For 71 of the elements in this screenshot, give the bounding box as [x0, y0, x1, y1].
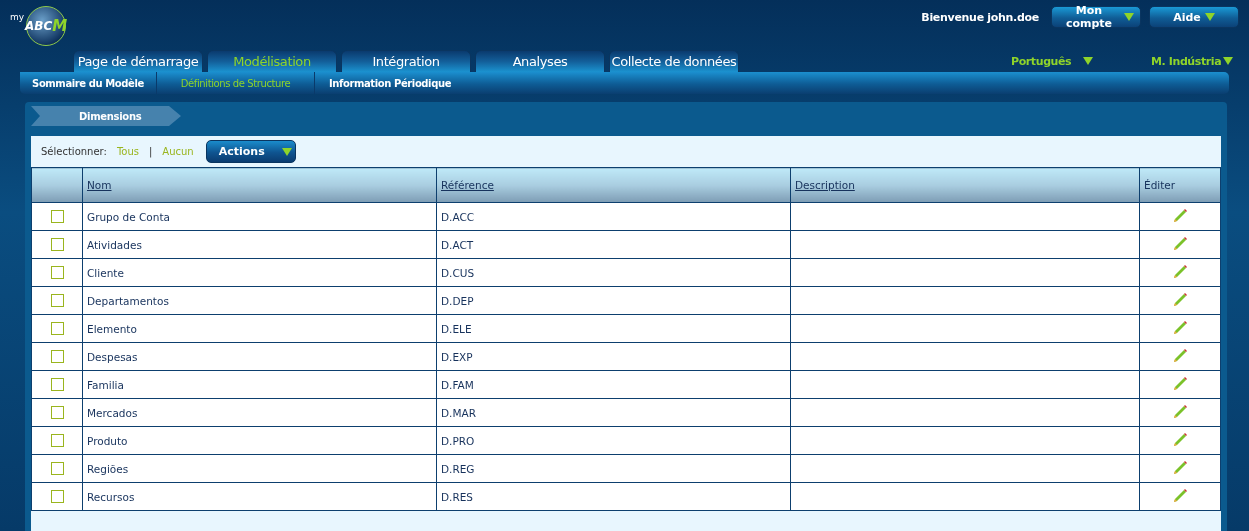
- breadcrumb[interactable]: Dimensions: [31, 106, 181, 126]
- sort-link[interactable]: Description: [795, 179, 855, 191]
- row-checkbox[interactable]: [50, 462, 64, 476]
- table-cell: D.DEP: [436, 286, 791, 315]
- pencil-icon[interactable]: [1172, 347, 1188, 364]
- row-checkbox[interactable]: [50, 238, 64, 252]
- nav-tab[interactable]: Analyses: [475, 50, 605, 72]
- pencil-icon[interactable]: [1172, 291, 1188, 308]
- table-cell: D.CUS: [436, 258, 791, 287]
- table-cell: Recursos: [82, 482, 437, 511]
- row-checkbox[interactable]: [50, 322, 64, 336]
- sort-link[interactable]: Nom: [87, 179, 112, 191]
- table-cell: D.ACC: [436, 202, 791, 231]
- table-cell: Departamentos: [82, 286, 437, 315]
- sub-tab[interactable]: Information Périodique: [315, 72, 465, 94]
- pencil-icon[interactable]: [1172, 487, 1188, 504]
- pencil-icon[interactable]: [1172, 235, 1188, 252]
- caret-icon: [1083, 57, 1093, 65]
- table-cell: Cliente: [82, 258, 437, 287]
- pencil-icon[interactable]: [1172, 375, 1188, 392]
- pencil-icon[interactable]: [1172, 319, 1188, 336]
- nav-tab[interactable]: Intégration: [341, 50, 471, 72]
- column-title: Éditer: [1144, 179, 1176, 191]
- caret-icon: [1204, 13, 1215, 21]
- caret-icon: [1124, 13, 1134, 21]
- nav-tab[interactable]: Modélisation: [207, 50, 337, 72]
- table-cell: D.ACT: [436, 230, 791, 259]
- table-cell: D.MAR: [436, 398, 791, 427]
- select-label: Sélectionner:: [41, 146, 107, 157]
- table-cell: Atividades: [82, 230, 437, 259]
- table-cell: D.RES: [436, 482, 791, 511]
- nav-tab[interactable]: Collecte de données: [609, 50, 739, 72]
- table-cell: Produto: [82, 426, 437, 455]
- nav-tab[interactable]: Page de démarrage: [73, 50, 203, 72]
- pencil-icon[interactable]: [1172, 431, 1188, 448]
- table-cell: Despesas: [82, 342, 437, 371]
- welcome-text: Bienvenue john.doe: [921, 10, 1039, 24]
- actions-button[interactable]: Actions: [205, 140, 296, 163]
- table-cell: Regiões: [82, 454, 437, 483]
- row-checkbox[interactable]: [50, 406, 64, 420]
- caret-icon: [281, 147, 292, 156]
- table-cell: Grupo de Conta: [82, 202, 437, 231]
- pencil-icon[interactable]: [1172, 207, 1188, 224]
- caret-icon: [1223, 57, 1233, 65]
- table-cell: Mercados: [82, 398, 437, 427]
- row-checkbox[interactable]: [50, 350, 64, 364]
- pencil-icon[interactable]: [1172, 459, 1188, 476]
- table-cell: D.EXP: [436, 342, 791, 371]
- dropdown-selector[interactable]: Português: [1007, 54, 1097, 68]
- sub-tab[interactable]: Sommaire du Modèle: [20, 72, 157, 94]
- menu-button[interactable]: Mon compte: [1051, 6, 1141, 28]
- row-checkbox[interactable]: [50, 266, 64, 280]
- row-checkbox[interactable]: [50, 378, 64, 392]
- row-checkbox[interactable]: [50, 434, 64, 448]
- sub-tab[interactable]: Définitions de Structure: [157, 72, 315, 94]
- table-cell: D.REG: [436, 454, 791, 483]
- table-cell: Familia: [82, 370, 437, 399]
- separator-text: |: [148, 146, 153, 157]
- dropdown-selector[interactable]: M. Indústria: [1147, 54, 1237, 68]
- row-checkbox[interactable]: [50, 490, 64, 504]
- menu-button[interactable]: Aide: [1149, 6, 1239, 28]
- table-cell: D.PRO: [436, 426, 791, 455]
- row-checkbox[interactable]: [50, 294, 64, 308]
- sort-link[interactable]: Référence: [441, 179, 494, 191]
- pencil-icon[interactable]: [1172, 403, 1188, 420]
- table-cell: D.FAM: [436, 370, 791, 399]
- table-cell: D.ELE: [436, 314, 791, 343]
- row-checkbox[interactable]: [50, 210, 64, 224]
- logo: my ABCM: [10, 6, 67, 46]
- table-cell: Elemento: [82, 314, 437, 343]
- pencil-icon[interactable]: [1172, 263, 1188, 280]
